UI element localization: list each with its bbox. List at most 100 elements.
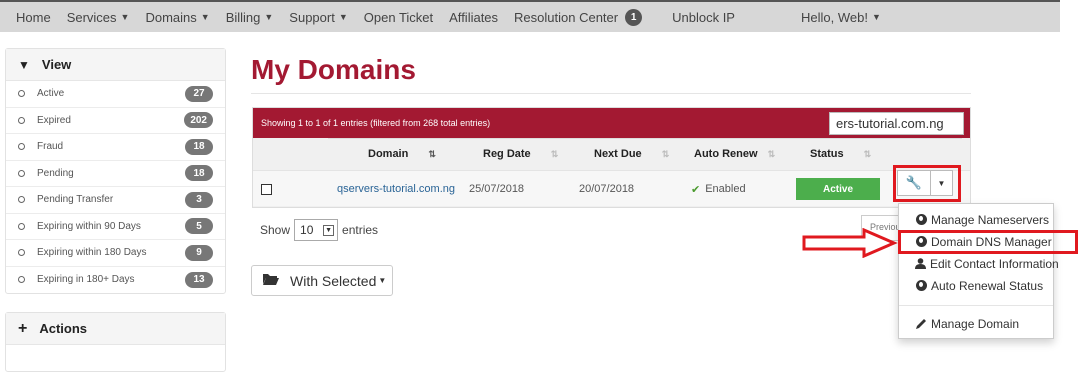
actions-panel-title: Actions: [39, 321, 88, 336]
filter-pending-transfer[interactable]: Pending Transfer 3: [6, 187, 225, 214]
row-select-cell: [261, 171, 272, 207]
nav-resolution-center[interactable]: Resolution Center 1: [506, 8, 650, 26]
filter-expiring-90[interactable]: Expiring within 90 Days 5: [6, 214, 225, 240]
radio-icon[interactable]: [18, 222, 25, 230]
sort-icon: ⇅: [767, 148, 776, 159]
menu-manage-nameservers[interactable]: Manage Nameservers: [899, 209, 1053, 230]
count-badge: 5: [185, 218, 213, 235]
radio-icon[interactable]: [18, 196, 25, 204]
nav-resolution-center-label: Resolution Center: [514, 9, 619, 25]
table-row[interactable]: qservers-tutorial.com.ng 25/07/2018 20/0…: [253, 170, 970, 206]
nav-open-ticket-label: Open Ticket: [363, 9, 434, 25]
domains-table: Showing 1 to 1 of 1 entries (filtered fr…: [252, 107, 971, 208]
radio-icon[interactable]: [18, 249, 25, 257]
filter-expiring-180-plus[interactable]: Expiring in 180+ Days 13: [6, 267, 225, 294]
nav-support[interactable]: Support ▼: [281, 10, 355, 25]
search-input[interactable]: ers-tutorial.com.ng: [829, 111, 964, 135]
table-toolbar: Showing 1 to 1 of 1 entries (filtered fr…: [253, 108, 970, 138]
count-badge: 27: [185, 85, 213, 102]
menu-auto-renewal-status[interactable]: Auto Renewal Status: [899, 275, 1053, 296]
filter-label: Expiring within 90 Days: [37, 220, 141, 232]
actions-dropdown-toggle[interactable]: ▼: [931, 170, 953, 196]
nav-domains-label: Domains: [145, 9, 197, 25]
count-badge: 18: [185, 165, 213, 182]
plus-icon: +: [18, 319, 28, 337]
nav-open-ticket[interactable]: Open Ticket: [356, 10, 441, 25]
sort-icon: ⇅: [661, 148, 670, 159]
entries-value: 10: [300, 223, 314, 237]
nav-domains[interactable]: Domains ▼: [137, 10, 217, 25]
nav-unblock-ip-label: Unblock IP: [672, 9, 735, 25]
menu-edit-contact-information[interactable]: Edit Contact Information: [899, 253, 1059, 274]
reg-date-cell: 25/07/2018: [469, 171, 524, 207]
pencil-icon: [915, 318, 927, 330]
globe-icon: [915, 280, 927, 292]
nav-unblock-ip[interactable]: Unblock IP: [664, 10, 743, 25]
caret-down-icon: ▼: [264, 12, 274, 22]
filter-label: Expired: [37, 114, 71, 126]
filter-fraud[interactable]: Fraud 18: [6, 134, 225, 161]
auto-renew-cell: ✔ Enabled: [691, 171, 746, 207]
domain-actions-button-group: 🔧 ▼: [897, 170, 953, 196]
entries-select[interactable]: 10 ▼: [294, 219, 339, 241]
red-arrow-annotation: [802, 228, 898, 258]
count-badge: 18: [185, 138, 213, 155]
filter-expired[interactable]: Expired 202: [6, 108, 225, 134]
filter-label: Active: [37, 88, 65, 100]
menu-manage-domain[interactable]: Manage Domain: [899, 313, 1053, 334]
filter-active[interactable]: Active 27: [6, 81, 225, 108]
nav-user-menu[interactable]: Hello, Web! ▼: [793, 10, 889, 25]
filter-label: Pending Transfer: [37, 194, 114, 206]
view-panel-title: View: [41, 57, 72, 72]
radio-icon[interactable]: [18, 169, 25, 177]
column-label: Status: [810, 148, 844, 160]
filter-label: Pending: [37, 167, 74, 179]
globe-icon: [915, 214, 927, 226]
with-selected-button[interactable]: With Selected ▼: [251, 265, 393, 296]
caret-down-icon: ▼: [120, 12, 130, 22]
menu-divider: [899, 305, 1053, 306]
domain-actions-menu: Manage Nameservers Domain DNS Manager Ed…: [898, 203, 1059, 339]
view-panel: ▼ View Active 27 Expired 202 Fraud 18 Pendi…: [5, 48, 226, 294]
radio-icon[interactable]: [18, 116, 25, 124]
filter-pending[interactable]: Pending 18: [6, 161, 225, 187]
wrench-icon: 🔧: [905, 175, 923, 190]
nav-user-label: Hello, Web!: [800, 9, 868, 25]
notification-badge: 1: [625, 8, 643, 26]
page-title: My Domains: [251, 54, 416, 85]
caret-down-icon: ▼: [200, 12, 210, 22]
actions-panel-header: + Actions: [6, 313, 225, 345]
filter-expiring-180[interactable]: Expiring within 180 Days 9: [6, 240, 225, 267]
nav-billing[interactable]: Billing ▼: [218, 10, 282, 25]
count-badge: 202: [184, 112, 213, 129]
next-due-cell: 20/07/2018: [579, 171, 634, 207]
column-status[interactable]: Status ⇅: [810, 139, 871, 169]
status-cell: Active: [796, 171, 880, 207]
table-info: Showing 1 to 1 of 1 entries (filtered fr…: [261, 118, 491, 128]
nav-services[interactable]: Services ▼: [59, 10, 138, 25]
count-badge: 13: [185, 271, 213, 288]
row-checkbox[interactable]: [261, 183, 272, 195]
menu-item-label: Manage Nameservers: [931, 212, 1050, 227]
nav-affiliates[interactable]: Affiliates: [441, 10, 506, 25]
nav-home[interactable]: Home: [0, 10, 59, 25]
domain-link[interactable]: qservers-tutorial.com.ng: [337, 183, 455, 195]
status-badge: Active: [796, 178, 880, 200]
wrench-button[interactable]: 🔧: [897, 170, 931, 196]
radio-icon[interactable]: [18, 143, 25, 151]
view-panel-header: ▼ View: [6, 49, 225, 81]
column-label: Reg Date: [483, 148, 531, 160]
column-reg-date[interactable]: Reg Date ⇅: [483, 139, 558, 169]
column-auto-renew[interactable]: Auto Renew ⇅: [694, 139, 775, 169]
radio-icon[interactable]: [18, 276, 25, 284]
entries-label: entries: [342, 223, 379, 237]
filter-label: Expiring within 180 Days: [37, 247, 147, 259]
column-label: Domain: [368, 148, 409, 160]
column-label: Auto Renew: [694, 148, 758, 160]
nav-affiliates-label: Affiliates: [449, 9, 499, 25]
table-header: Domain ⇅ Reg Date ⇅ Next Due ⇅ Auto Renew ⇅ …: [328, 138, 962, 168]
dns-manager-highlight: [898, 230, 1078, 254]
radio-icon[interactable]: [18, 90, 25, 98]
column-domain[interactable]: Domain ⇅: [368, 139, 436, 169]
column-next-due[interactable]: Next Due ⇅: [594, 139, 669, 169]
